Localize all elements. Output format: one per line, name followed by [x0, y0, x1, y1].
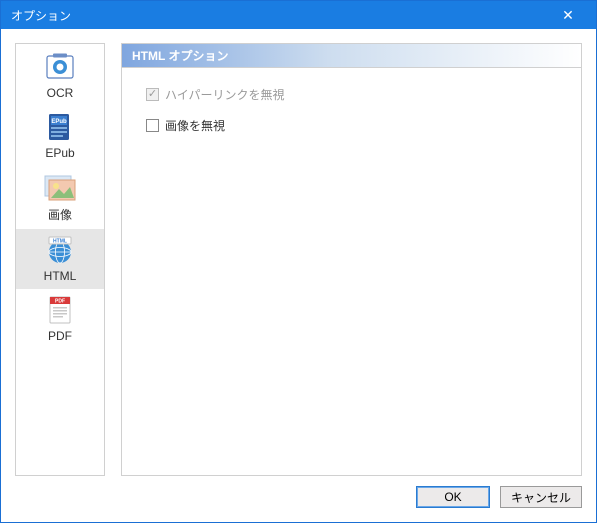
- pdf-icon: PDF: [44, 295, 76, 325]
- close-icon: ✕: [562, 7, 574, 24]
- option-ignore-hyperlinks: ハイパーリンクを無視: [146, 86, 557, 103]
- main-row: OCR EPub EPub: [15, 43, 582, 476]
- svg-text:PDF: PDF: [55, 299, 65, 305]
- sidebar-item-label: EPub: [45, 146, 74, 160]
- options-panel: HTML オプション ハイパーリンクを無視 画像を無視: [121, 43, 582, 476]
- option-label: ハイパーリンクを無視: [165, 86, 285, 103]
- sidebar-item-pdf[interactable]: PDF PDF: [16, 289, 104, 349]
- option-ignore-images[interactable]: 画像を無視: [146, 117, 557, 134]
- titlebar: オプション ✕: [1, 1, 596, 29]
- image-icon: [44, 172, 76, 202]
- sidebar-item-epub[interactable]: EPub EPub: [16, 106, 104, 166]
- svg-text:HTML: HTML: [53, 239, 67, 245]
- checkbox-ignore-hyperlinks: [146, 88, 159, 101]
- sidebar-item-image[interactable]: 画像: [16, 166, 104, 229]
- sidebar-item-label: HTML: [44, 269, 77, 283]
- options-dialog: オプション ✕ OCR: [0, 0, 597, 523]
- sidebar-item-label: OCR: [47, 86, 74, 100]
- epub-icon: EPub: [44, 112, 76, 142]
- close-button[interactable]: ✕: [548, 1, 588, 29]
- option-label: 画像を無視: [165, 117, 225, 134]
- sidebar-item-html[interactable]: HTML HTML: [16, 229, 104, 289]
- button-row: OK キャンセル: [15, 476, 582, 508]
- content-area: OCR EPub EPub: [1, 29, 596, 522]
- cancel-button[interactable]: キャンセル: [500, 486, 582, 508]
- sidebar-item-label: 画像: [48, 206, 72, 223]
- window-title: オプション: [11, 7, 548, 24]
- ok-button[interactable]: OK: [416, 486, 490, 508]
- checkbox-ignore-images[interactable]: [146, 119, 159, 132]
- panel-title: HTML オプション: [122, 44, 581, 68]
- sidebar-item-ocr[interactable]: OCR: [16, 46, 104, 106]
- ocr-icon: [44, 52, 76, 82]
- sidebar: OCR EPub EPub: [15, 43, 105, 476]
- svg-text:EPub: EPub: [51, 119, 67, 125]
- panel-body: ハイパーリンクを無視 画像を無視: [122, 68, 581, 166]
- html-icon: HTML: [44, 235, 76, 265]
- sidebar-item-label: PDF: [48, 329, 72, 343]
